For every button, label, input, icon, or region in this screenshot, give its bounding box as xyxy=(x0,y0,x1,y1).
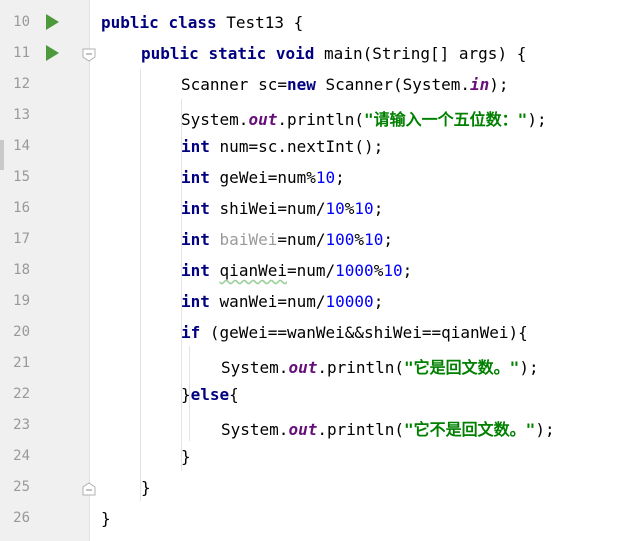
code-text: int baiWei=num/100%10; xyxy=(181,230,393,249)
code-text: } xyxy=(141,478,151,497)
code-line: 10 public class Test13 { xyxy=(0,7,625,38)
line-number: 17 xyxy=(13,231,30,247)
line-number: 20 xyxy=(13,324,30,340)
code-text: int wanWei=num/10000; xyxy=(181,292,384,311)
line-number: 26 xyxy=(13,510,30,526)
line-number: 23 xyxy=(13,417,30,433)
line-number: 10 xyxy=(13,14,30,30)
code-line: 24 } xyxy=(0,441,625,472)
code-line: 11 public static void main(String[] args… xyxy=(0,38,625,69)
code-line: 16 int shiWei=num/10%10; xyxy=(0,193,625,224)
code-text: public class Test13 { xyxy=(101,13,304,32)
code-line: 26 } xyxy=(0,503,625,534)
line-number: 24 xyxy=(13,448,30,464)
code-text: public static void main(String[] args) { xyxy=(141,44,527,63)
line-number: 14 xyxy=(13,138,30,154)
code-line: 18 int qianWei=num/1000%10; xyxy=(0,255,625,286)
code-text: System.out.println("请输入一个五位数："); xyxy=(181,110,547,129)
code-line: 25 } xyxy=(0,472,625,503)
code-line: 20 if (geWei==wanWei&&shiWei==qianWei){ xyxy=(0,317,625,348)
line-number: 16 xyxy=(13,200,30,216)
code-text: System.out.println("它不是回文数。"); xyxy=(221,420,555,439)
code-line: 19 int wanWei=num/10000; xyxy=(0,286,625,317)
line-number: 22 xyxy=(13,386,30,402)
line-number: 18 xyxy=(13,262,30,278)
fold-method-start-icon[interactable] xyxy=(82,48,96,62)
code-line: 12 Scanner sc=new Scanner(System.in); xyxy=(0,69,625,100)
code-text: } xyxy=(181,447,191,466)
code-text: if (geWei==wanWei&&shiWei==qianWei){ xyxy=(181,323,528,342)
run-class-icon[interactable] xyxy=(46,14,59,30)
code-text: }else{ xyxy=(181,385,239,404)
code-text: int shiWei=num/10%10; xyxy=(181,199,384,218)
code-line: 17 int baiWei=num/100%10; xyxy=(0,224,625,255)
code-line: 15 int geWei=num%10; xyxy=(0,162,625,193)
line-number: 19 xyxy=(13,293,30,309)
code-line: 13 System.out.println("请输入一个五位数："); xyxy=(0,100,625,131)
line-number: 11 xyxy=(13,45,30,61)
run-main-icon[interactable] xyxy=(46,45,59,61)
line-number: 25 xyxy=(13,479,30,495)
line-number: 15 xyxy=(13,169,30,185)
code-line: 22 }else{ xyxy=(0,379,625,410)
line-number: 21 xyxy=(13,355,30,371)
code-text: int qianWei=num/1000%10; xyxy=(181,261,413,280)
code-text: Scanner sc=new Scanner(System.in); xyxy=(181,75,509,94)
code-text: } xyxy=(101,509,111,528)
code-text: System.out.println("它是回文数。"); xyxy=(221,358,539,377)
code-editor[interactable]: 10 public class Test13 { 11 public stati… xyxy=(0,7,625,534)
code-line: 21 System.out.println("它是回文数。"); xyxy=(0,348,625,379)
line-number: 12 xyxy=(13,76,30,92)
fold-method-end-icon[interactable] xyxy=(82,482,96,496)
code-line: 23 System.out.println("它不是回文数。"); xyxy=(0,410,625,441)
code-text: int num=sc.nextInt(); xyxy=(181,137,384,156)
code-text: int geWei=num%10; xyxy=(181,168,345,187)
line-number: 13 xyxy=(13,107,30,123)
code-line: 14 int num=sc.nextInt(); xyxy=(0,131,625,162)
